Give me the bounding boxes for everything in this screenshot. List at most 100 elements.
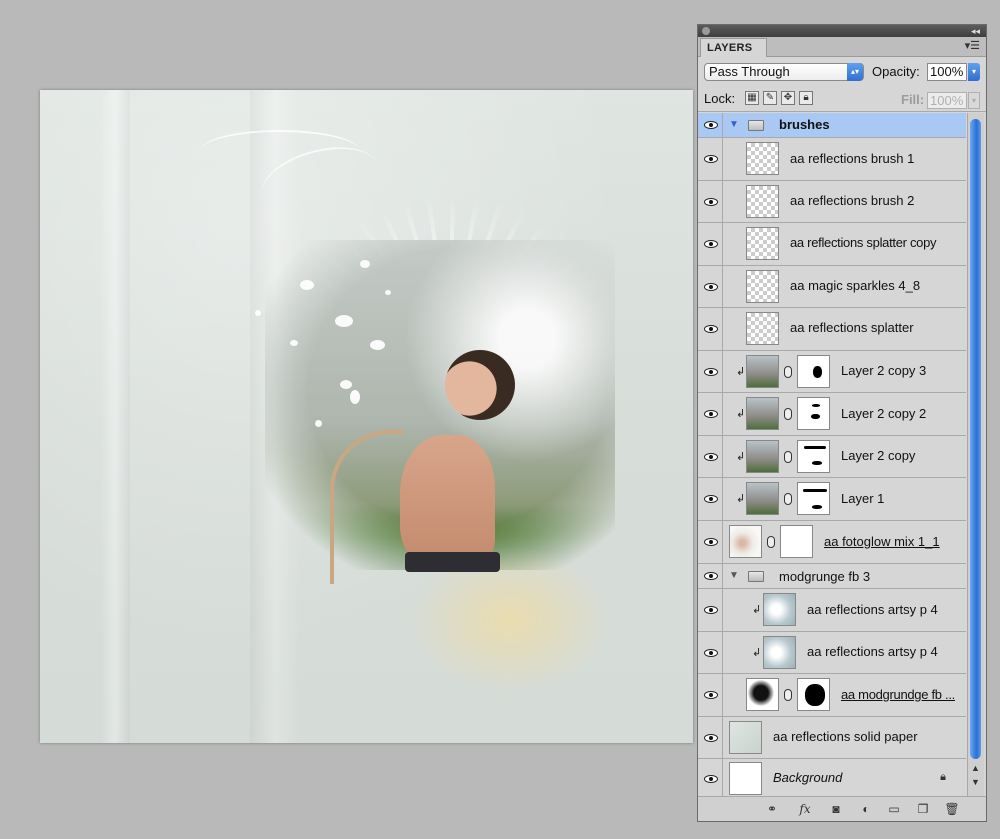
lock-icon: 🔒︎: [940, 771, 946, 783]
link-icon[interactable]: [784, 689, 792, 701]
collapse-icon[interactable]: ◂◂: [971, 25, 980, 37]
close-icon[interactable]: [702, 27, 710, 35]
eye-icon[interactable]: [704, 121, 718, 129]
link-icon[interactable]: [767, 536, 775, 548]
eye-icon[interactable]: [704, 197, 718, 206]
eye-icon[interactable]: [704, 240, 718, 248]
eye-icon[interactable]: [704, 606, 718, 614]
layer-thumbnail: [729, 525, 762, 558]
layer-name: Layer 1: [841, 491, 885, 506]
layer-name: brushes: [779, 117, 830, 132]
link-icon[interactable]: [784, 408, 792, 420]
opacity-dropdown-icon[interactable]: ▾: [968, 63, 980, 81]
layer-mask-thumbnail[interactable]: [797, 678, 830, 711]
scrollbar-thumb[interactable]: [970, 119, 981, 759]
panel-titlebar[interactable]: ◂◂: [698, 25, 986, 37]
clipping-arrow-icon: ↲: [736, 493, 746, 505]
eye-icon[interactable]: [704, 648, 718, 657]
link-icon[interactable]: [784, 451, 792, 463]
layer-mask-thumbnail[interactable]: [797, 482, 830, 515]
layer-thumbnail: [746, 355, 779, 388]
layer-row[interactable]: ↲ aa reflections artsy p 4: [698, 589, 966, 632]
lock-transparency-icon[interactable]: ▦: [745, 91, 759, 105]
panel-tab-row: LAYERS ▾☰: [698, 37, 986, 57]
tab-layers[interactable]: LAYERS: [700, 38, 768, 57]
eye-icon[interactable]: [704, 452, 718, 461]
layer-thumbnail: [746, 482, 779, 515]
fill-input: 100%: [927, 92, 967, 109]
panel-menu-icon[interactable]: ▾☰: [965, 39, 980, 52]
layer-row[interactable]: ↲ Layer 2 copy: [698, 436, 966, 478]
folder-icon: [748, 571, 764, 582]
eye-icon[interactable]: [704, 691, 718, 699]
layer-row[interactable]: ↲ Layer 1: [698, 478, 966, 521]
layer-mask-thumbnail[interactable]: [797, 397, 830, 430]
layer-row[interactable]: ↲ Layer 2 copy 3: [698, 351, 966, 393]
layer-row[interactable]: aa reflections brush 2: [698, 181, 966, 223]
layer-style-fx-icon[interactable]: fx: [797, 802, 813, 816]
eye-icon[interactable]: [704, 367, 718, 376]
scroll-down-icon[interactable]: ▼: [971, 777, 980, 787]
layer-thumbnail: [746, 440, 779, 473]
eye-icon[interactable]: [704, 538, 718, 546]
layer-row[interactable]: aa reflections splatter: [698, 308, 966, 351]
lock-all-icon[interactable]: 🔒︎: [799, 91, 813, 105]
layer-row[interactable]: aa reflections splatter copy: [698, 223, 966, 266]
splatter: [300, 280, 314, 290]
eye-icon[interactable]: [704, 155, 718, 163]
add-mask-icon[interactable]: ◙: [828, 802, 844, 816]
layers-scrollbar[interactable]: ▲ ▼: [967, 113, 984, 798]
layer-row[interactable]: ↲ Layer 2 copy 2: [698, 393, 966, 436]
layer-row-background[interactable]: Background 🔒︎: [698, 759, 966, 798]
updown-arrow-icon: ▴▾: [847, 63, 863, 81]
eye-icon[interactable]: [704, 410, 718, 418]
splatter: [315, 420, 322, 427]
layer-mask-thumbnail[interactable]: [780, 525, 813, 558]
layer-name: Layer 2 copy: [841, 448, 916, 463]
layer-thumbnail: [763, 593, 796, 626]
layer-row[interactable]: aa reflections solid paper: [698, 717, 966, 759]
panel-bottom-toolbar: ⚭ fx ◙ ◐ ▭ ❐ 🗑︎: [698, 796, 986, 821]
link-layers-icon[interactable]: ⚭: [764, 802, 780, 816]
layer-row-group[interactable]: ▼ modgrunge fb 3: [698, 564, 966, 589]
eye-icon[interactable]: [704, 282, 718, 291]
blend-mode-select[interactable]: Pass Through ▴▾: [704, 63, 864, 81]
layer-mask-thumbnail[interactable]: [797, 355, 830, 388]
trash-icon[interactable]: 🗑︎: [944, 802, 960, 816]
adjustment-layer-icon[interactable]: ◐: [858, 802, 874, 816]
lock-position-icon[interactable]: ✥: [781, 91, 795, 105]
layer-name: aa reflections artsy p 4: [807, 644, 938, 659]
layer-row[interactable]: aa fotoglow mix 1_1: [698, 521, 966, 564]
opacity-label: Opacity:: [872, 64, 920, 79]
eye-icon[interactable]: [704, 572, 718, 580]
link-icon[interactable]: [784, 366, 792, 378]
layer-name: aa reflections brush 1: [790, 151, 915, 166]
disclosure-triangle-icon[interactable]: ▼: [729, 570, 739, 581]
eye-icon[interactable]: [704, 495, 718, 503]
layer-name: aa reflections splatter: [790, 320, 914, 335]
document-canvas[interactable]: [40, 90, 693, 743]
disclosure-triangle-icon[interactable]: ▼: [729, 119, 739, 130]
layer-row-group[interactable]: ▼ brushes: [698, 113, 966, 138]
layer-row[interactable]: ↲ aa reflections artsy p 4: [698, 632, 966, 674]
layer-row[interactable]: aa magic sparkles 4_8: [698, 266, 966, 308]
new-group-icon[interactable]: ▭: [886, 802, 902, 816]
link-icon[interactable]: [784, 493, 792, 505]
layer-thumbnail: [746, 312, 779, 345]
clipping-arrow-icon: ↲: [752, 604, 762, 616]
layer-row[interactable]: aa modgrundge fb ...: [698, 674, 966, 717]
eye-icon[interactable]: [704, 325, 718, 333]
eye-icon[interactable]: [704, 733, 718, 742]
opacity-input[interactable]: 100%: [927, 63, 967, 81]
blend-row: Pass Through ▴▾ Opacity: 100% ▾: [698, 57, 986, 85]
splatter: [385, 290, 391, 295]
scroll-up-icon[interactable]: ▲: [971, 763, 980, 773]
new-layer-icon[interactable]: ❐: [915, 802, 931, 816]
layer-row[interactable]: aa reflections brush 1: [698, 138, 966, 181]
eye-icon[interactable]: [704, 774, 718, 783]
layer-thumbnail: [729, 721, 762, 754]
layer-mask-thumbnail[interactable]: [797, 440, 830, 473]
layer-thumbnail: [746, 227, 779, 260]
layer-thumbnail: [746, 678, 779, 711]
lock-pixels-icon[interactable]: ✎: [763, 91, 777, 105]
